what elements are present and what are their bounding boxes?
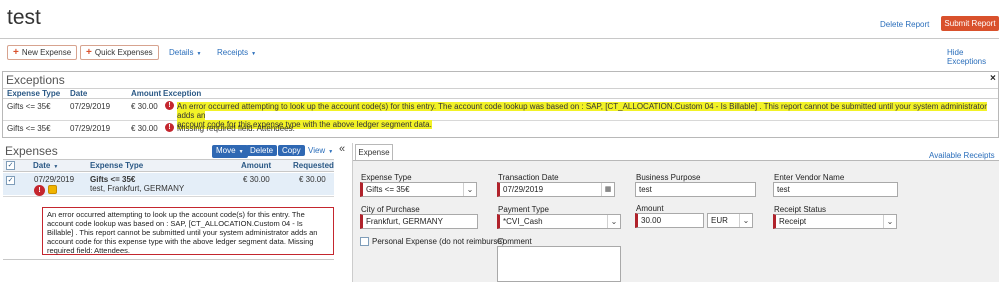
view-menu[interactable]: View ▼: [308, 146, 333, 155]
personal-expense-label: Personal Expense (do not reimburse): [372, 237, 505, 246]
caret-down-icon: ▼: [328, 149, 334, 155]
report-title: test: [7, 6, 41, 29]
tab-expense[interactable]: Expense: [355, 144, 393, 160]
col-expense-type[interactable]: Expense Type: [90, 161, 143, 171]
move-label: Move: [216, 146, 236, 155]
receipt-status-label: Receipt Status: [774, 205, 827, 214]
plus-icon: +: [13, 47, 19, 58]
vendor-input[interactable]: test: [773, 182, 898, 197]
new-expense-button[interactable]: + New Expense: [7, 45, 78, 60]
error-icon: !: [165, 123, 174, 133]
quick-expenses-label: Quick Expenses: [94, 48, 153, 57]
list-bottom-divider: [3, 259, 334, 260]
city-label: City of Purchase: [361, 205, 420, 214]
expense-type-label: Expense Type: [361, 173, 412, 182]
error-tooltip: An error occurred attempting to look up …: [42, 207, 334, 255]
move-button[interactable]: Move ▼: [212, 145, 248, 158]
delete-report-link[interactable]: Delete Report: [880, 20, 929, 29]
submit-report-button[interactable]: Submit Report: [941, 16, 999, 31]
exception-date: 07/29/2019: [70, 102, 111, 111]
expenses-title: Expenses: [5, 144, 58, 158]
transaction-date-label: Transaction Date: [498, 173, 559, 182]
quick-expenses-button[interactable]: + Quick Expenses: [80, 45, 159, 60]
expense-type-value: Gifts <= 35€: [366, 185, 410, 194]
collapse-icon[interactable]: «: [339, 143, 345, 155]
exception-row[interactable]: Gifts <= 35€ 07/29/2019 € 30.00 ! An err…: [3, 100, 998, 129]
comment-textarea[interactable]: [497, 246, 621, 282]
hide-exceptions-link[interactable]: Hide Exceptions: [947, 48, 999, 66]
comment-label: Comment: [497, 237, 532, 246]
caret-down-icon: ▼: [251, 51, 257, 57]
view-label: View: [308, 146, 326, 155]
exception-type: Gifts <= 35€: [7, 124, 51, 133]
caret-down-icon: ▼: [238, 149, 244, 155]
payment-type-select[interactable]: *CVI_Cash ⌄: [497, 214, 621, 229]
expense-type: Gifts <= 35€: [90, 175, 136, 184]
amount-label: Amount: [636, 204, 664, 213]
plus-icon: +: [86, 47, 92, 58]
row-checkbox[interactable]: ✓: [6, 176, 15, 185]
select-all-checkbox[interactable]: ✓: [6, 161, 15, 170]
close-icon[interactable]: ×: [990, 73, 996, 84]
vendor-label: Enter Vendor Name: [774, 173, 845, 182]
expense-date: 07/29/2019: [34, 175, 75, 184]
currency-value: EUR: [711, 216, 728, 225]
receipts-label: Receipts: [217, 48, 249, 57]
expense-location: test, Frankfurt, GERMANY: [90, 184, 185, 193]
col-date[interactable]: Date: [70, 89, 87, 99]
receipt-status-select[interactable]: Receipt ⌄: [773, 214, 897, 229]
payment-type-value: *CVI_Cash: [503, 217, 543, 226]
exception-message-line1: An error occurred attempting to look up …: [177, 102, 987, 120]
sort-desc-icon: ▼: [53, 164, 59, 170]
error-icon[interactable]: !: [34, 185, 45, 196]
chevron-down-icon: ⌄: [463, 183, 476, 196]
col-amount[interactable]: Amount: [241, 161, 271, 171]
chevron-down-icon: ⌄: [883, 215, 896, 228]
exception-date: 07/29/2019: [70, 124, 111, 133]
receipts-menu[interactable]: Receipts ▼: [217, 48, 256, 57]
available-receipts-link[interactable]: Available Receipts: [929, 151, 995, 160]
expense-row[interactable]: ✓ 07/29/2019 Gifts <= 35€ test, Frankfur…: [3, 173, 334, 196]
calendar-icon[interactable]: ▦: [601, 183, 614, 196]
col-expense-type[interactable]: Expense Type: [7, 89, 60, 99]
warning-icon[interactable]: [48, 185, 57, 196]
error-icon: !: [165, 101, 174, 111]
exception-amount: € 30.00: [131, 102, 158, 111]
currency-select[interactable]: EUR ⌄: [707, 213, 753, 228]
expense-requested: € 30.00: [299, 175, 326, 184]
personal-expense-checkbox[interactable]: [360, 237, 369, 246]
exception-row[interactable]: Gifts <= 35€ 07/29/2019 € 30.00 ! Missin…: [3, 122, 998, 135]
receipt-status-value: Receipt: [779, 217, 807, 226]
transaction-date-input[interactable]: 07/29/2019 ▦: [497, 182, 615, 197]
details-menu[interactable]: Details ▼: [169, 48, 201, 57]
col-date-label: Date: [33, 161, 51, 170]
col-date[interactable]: Date ▼: [33, 161, 58, 172]
new-expense-label: New Expense: [21, 48, 72, 57]
amount-input[interactable]: 30.00: [635, 213, 704, 228]
col-amount[interactable]: Amount: [131, 89, 161, 99]
copy-button[interactable]: Copy: [278, 145, 305, 156]
transaction-date-value: 07/29/2019: [503, 185, 544, 194]
expense-amount: € 30.00: [243, 175, 270, 184]
chevron-down-icon: ⌄: [607, 215, 620, 228]
row-divider: [3, 196, 334, 197]
exceptions-title: Exceptions: [6, 73, 65, 87]
exceptions-header-row: Expense Type Date Amount Exception: [3, 88, 998, 99]
delete-button[interactable]: Delete: [246, 145, 278, 156]
col-exception[interactable]: Exception: [163, 89, 201, 99]
exception-message: Missing required field: Attendees.: [177, 124, 295, 133]
expenses-header-row: ✓ Date ▼ Expense Type Amount Requested: [3, 159, 334, 172]
business-purpose-input[interactable]: test: [635, 182, 756, 197]
city-input[interactable]: Frankfurt, GERMANY: [360, 214, 478, 229]
details-label: Details: [169, 48, 194, 57]
business-purpose-label: Business Purpose: [636, 173, 701, 182]
expense-type-select[interactable]: Gifts <= 35€ ⌄: [360, 182, 477, 197]
chevron-down-icon: ⌄: [739, 214, 752, 227]
payment-type-label: Payment Type: [498, 205, 549, 214]
exception-amount: € 30.00: [131, 124, 158, 133]
header-divider: [0, 38, 999, 39]
exception-type: Gifts <= 35€: [7, 102, 51, 111]
col-requested[interactable]: Requested: [293, 161, 334, 171]
caret-down-icon: ▼: [196, 51, 202, 57]
